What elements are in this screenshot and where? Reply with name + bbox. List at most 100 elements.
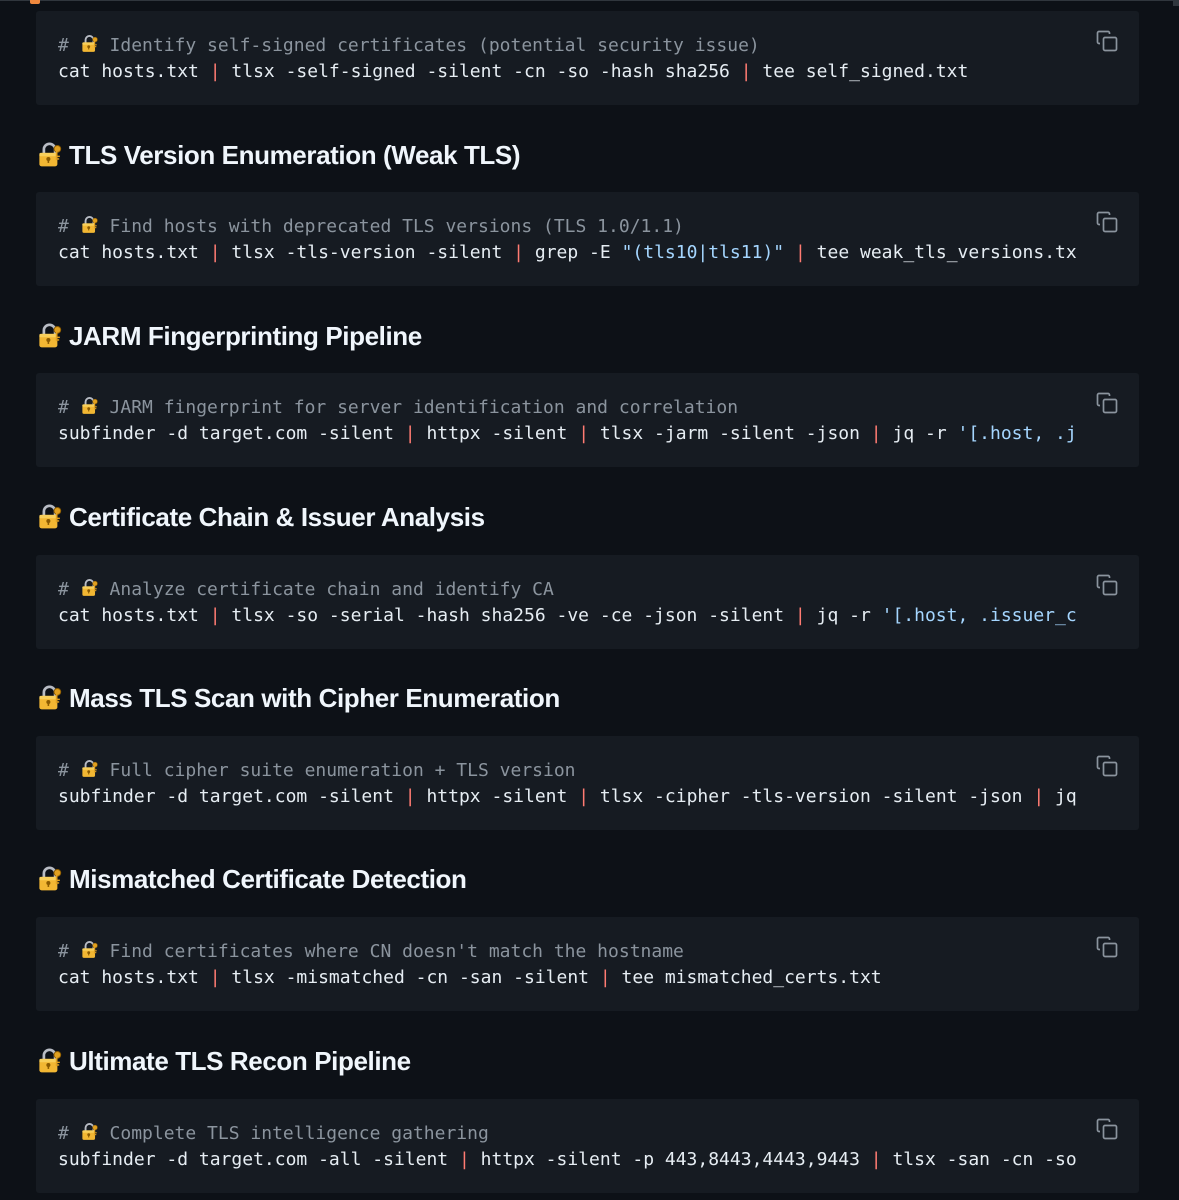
section-heading-text: Mismatched Certificate Detection — [69, 864, 467, 894]
locked-with-key-icon — [80, 759, 99, 784]
copy-button[interactable] — [1095, 935, 1119, 959]
pipe-operator: | — [870, 1149, 882, 1170]
pipe-operator: | — [870, 423, 882, 444]
copy-icon — [1095, 1117, 1119, 1141]
section-heading-jarm-fingerprinting-pipeline: JARM Fingerprinting Pipeline — [36, 319, 422, 353]
command-token — [784, 242, 795, 263]
scrollbar-corner[interactable] — [1173, 0, 1179, 6]
command-token: tlsx -san -cn -so — [881, 1149, 1077, 1170]
code-content[interactable]: # Find certificates where CN doesn't mat… — [58, 939, 1080, 991]
locked-with-key-icon — [36, 862, 64, 900]
code-block[interactable]: # Identify self-signed certificates (pot… — [36, 11, 1139, 105]
command-token: jq -r — [805, 605, 882, 626]
copy-icon — [1095, 754, 1119, 778]
command-token: jq -r — [881, 423, 958, 444]
code-command-line: subfinder -d target.com -silent | httpx … — [58, 784, 1080, 810]
locked-with-key-icon — [80, 396, 99, 421]
comment-text: Find hosts with deprecated TLS versions … — [98, 216, 684, 237]
code-comment-line: # Find hosts with deprecated TLS version… — [58, 214, 1080, 240]
copy-button[interactable] — [1095, 754, 1119, 778]
code-content[interactable]: # JARM fingerprint for server identifica… — [58, 395, 1080, 447]
code-comment-line: # Analyze certificate chain and identify… — [58, 577, 1080, 603]
section-heading-text: JARM Fingerprinting Pipeline — [69, 321, 422, 351]
pipe-operator: | — [209, 61, 221, 82]
command-token: cat hosts.txt — [58, 605, 210, 626]
comment-text: Identify self-signed certificates (poten… — [98, 35, 760, 56]
locked-with-key-icon — [36, 138, 64, 176]
command-token: httpx -silent -p 443,8443,4443,9443 — [469, 1149, 871, 1170]
string-literal: "(tls10|tls11)" — [621, 242, 785, 263]
code-block[interactable]: # Full cipher suite enumeration + TLS ve… — [36, 736, 1139, 830]
top-divider — [0, 0, 1179, 1]
string-literal: '[.host, .issuer_c — [881, 605, 1077, 626]
pipe-operator: | — [209, 967, 221, 988]
copy-button[interactable] — [1095, 391, 1119, 415]
command-token: tee mismatched_certs.txt — [610, 967, 882, 988]
command-token: tlsx -jarm -silent -json — [589, 423, 871, 444]
code-comment-line: # JARM fingerprint for server identifica… — [58, 395, 1080, 421]
code-command-line: cat hosts.txt | tlsx -tls-version -silen… — [58, 240, 1080, 266]
section-heading-tls-version-enumeration-weak-tls: TLS Version Enumeration (Weak TLS) — [36, 138, 521, 172]
comment-prefix: # — [58, 941, 80, 962]
copy-button[interactable] — [1095, 573, 1119, 597]
comment-prefix: # — [58, 579, 80, 600]
comment-text: Analyze certificate chain and identify C… — [98, 579, 554, 600]
locked-with-key-icon — [36, 1044, 64, 1082]
locked-with-key-icon — [80, 1122, 99, 1147]
copy-icon — [1095, 29, 1119, 53]
comment-text: Full cipher suite enumeration + TLS vers… — [98, 760, 576, 781]
command-token: tee self_signed.txt — [751, 61, 969, 82]
command-token: grep -E — [524, 242, 622, 263]
copy-button[interactable] — [1095, 1117, 1119, 1141]
code-block[interactable]: # Find certificates where CN doesn't mat… — [36, 917, 1139, 1011]
command-token: tee weak_tls_versions.tx — [805, 242, 1077, 263]
command-token: subfinder -d target.com -silent — [58, 786, 405, 807]
comment-prefix: # — [58, 1123, 80, 1144]
code-content[interactable]: # Find hosts with deprecated TLS version… — [58, 214, 1080, 266]
command-token: cat hosts.txt — [58, 61, 210, 82]
code-command-line: cat hosts.txt | tlsx -self-signed -silen… — [58, 59, 1080, 85]
code-block[interactable]: # JARM fingerprint for server identifica… — [36, 373, 1139, 467]
command-token: httpx -silent — [415, 786, 579, 807]
command-token: jq — [1044, 786, 1077, 807]
comment-text: JARM fingerprint for server identificati… — [98, 397, 739, 418]
code-block[interactable]: # Complete TLS intelligence gathering sub… — [36, 1099, 1139, 1193]
command-token: tlsx -so -serial -hash sha256 -ve -ce -j… — [220, 605, 795, 626]
locked-with-key-icon — [80, 34, 99, 59]
section-heading-text: Mass TLS Scan with Cipher Enumeration — [69, 683, 560, 713]
command-token: tlsx -tls-version -silent — [220, 242, 514, 263]
code-comment-line: # Complete TLS intelligence gathering — [58, 1121, 1080, 1147]
section-heading-text: Ultimate TLS Recon Pipeline — [69, 1046, 411, 1076]
command-token: cat hosts.txt — [58, 242, 210, 263]
comment-prefix: # — [58, 35, 80, 56]
code-content[interactable]: # Complete TLS intelligence gathering sub… — [58, 1121, 1080, 1173]
comment-text: Find certificates where CN doesn't match… — [98, 941, 684, 962]
pipe-operator: | — [209, 605, 221, 626]
section-heading-text: TLS Version Enumeration (Weak TLS) — [69, 140, 521, 170]
code-block[interactable]: # Find hosts with deprecated TLS version… — [36, 192, 1139, 286]
copy-button[interactable] — [1095, 210, 1119, 234]
code-comment-line: # Find certificates where CN doesn't mat… — [58, 939, 1080, 965]
copy-icon — [1095, 573, 1119, 597]
section-heading-mass-tls-scan-with-cipher-enumeration: Mass TLS Scan with Cipher Enumeration — [36, 681, 560, 715]
code-comment-line: # Full cipher suite enumeration + TLS ve… — [58, 758, 1080, 784]
command-token: subfinder -d target.com -all -silent — [58, 1149, 459, 1170]
command-token: tlsx -mismatched -cn -san -silent — [220, 967, 600, 988]
command-token: subfinder -d target.com -silent — [58, 423, 405, 444]
section-heading-mismatched-certificate-detection: Mismatched Certificate Detection — [36, 862, 467, 896]
locked-with-key-icon — [36, 319, 64, 357]
code-content[interactable]: # Full cipher suite enumeration + TLS ve… — [58, 758, 1080, 810]
code-block[interactable]: # Analyze certificate chain and identify… — [36, 555, 1139, 649]
pipe-operator: | — [599, 967, 611, 988]
section-heading-text: Certificate Chain & Issuer Analysis — [69, 502, 485, 532]
section-heading-certificate-chain-issuer-analysis: Certificate Chain & Issuer Analysis — [36, 500, 485, 534]
command-token: cat hosts.txt — [58, 967, 210, 988]
code-content[interactable]: # Analyze certificate chain and identify… — [58, 577, 1080, 629]
pipe-operator: | — [1033, 786, 1045, 807]
pipe-operator: | — [794, 242, 806, 263]
code-content[interactable]: # Identify self-signed certificates (pot… — [58, 33, 1080, 85]
code-command-line: cat hosts.txt | tlsx -mismatched -cn -sa… — [58, 965, 1080, 991]
comment-prefix: # — [58, 760, 80, 781]
copy-button[interactable] — [1095, 29, 1119, 53]
pipe-operator: | — [404, 786, 416, 807]
